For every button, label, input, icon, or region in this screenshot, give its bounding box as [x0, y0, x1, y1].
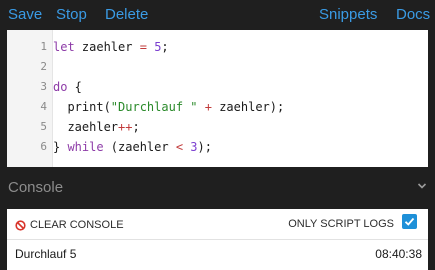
code-editor[interactable]: 1 2 3 4 5 6 let zaehler = 5; do { print(… — [7, 30, 428, 167]
code-token: { — [67, 80, 82, 94]
line-number-gutter: 1 2 3 4 5 6 — [7, 30, 53, 167]
code-token: while — [67, 140, 104, 154]
code-line[interactable]: do { — [53, 77, 82, 97]
line-number: 3 — [40, 80, 47, 93]
line-number: 6 — [40, 140, 47, 153]
line-number: 1 — [40, 40, 47, 53]
line-number: 2 — [40, 60, 47, 73]
line-number: 5 — [40, 120, 47, 133]
console-header[interactable]: Console — [0, 167, 435, 209]
docs-button[interactable]: Docs — [396, 6, 430, 23]
stop-button[interactable]: Stop — [56, 6, 87, 23]
snippets-button[interactable]: Snippets — [319, 6, 377, 23]
code-token: ; — [161, 40, 169, 54]
code-token: zaehler — [74, 40, 140, 54]
clear-console-button[interactable]: CLEAR CONSOLE — [15, 218, 124, 232]
code-token: zaehler — [53, 120, 119, 134]
code-token: "Durchlauf " — [110, 100, 198, 114]
code-token: zaehler); — [211, 100, 285, 114]
log-timestamp: 08:40:38 — [375, 247, 422, 261]
only-script-logs-label: ONLY SCRIPT LOGS — [288, 218, 394, 230]
code-token: do — [53, 80, 68, 94]
code-token: 3 — [190, 140, 198, 154]
code-token: ; — [132, 120, 140, 134]
console-title: Console — [8, 179, 64, 196]
save-button[interactable]: Save — [8, 6, 42, 23]
code-token: let — [53, 40, 75, 54]
code-token: } — [53, 140, 68, 154]
console-log-entry: Durchlauf 5 08:40:38 — [7, 240, 428, 268]
checkmark-icon — [404, 217, 415, 226]
no-entry-icon — [15, 219, 26, 231]
chevron-down-icon[interactable] — [417, 181, 427, 191]
code-token: (zaehler — [103, 140, 176, 154]
only-script-logs-checkbox[interactable] — [402, 214, 417, 229]
log-message: Durchlauf 5 — [15, 247, 77, 261]
code-line[interactable]: let zaehler = 5; — [53, 37, 169, 57]
console-toolbar: CLEAR CONSOLE ONLY SCRIPT LOGS — [7, 209, 428, 240]
code-line[interactable]: print("Durchlauf " + zaehler); — [53, 97, 284, 117]
clear-console-label: CLEAR CONSOLE — [30, 219, 124, 231]
code-token: ++ — [118, 120, 133, 134]
line-number: 4 — [40, 100, 47, 113]
code-token: print( — [53, 100, 111, 114]
console-panel: CLEAR CONSOLE ONLY SCRIPT LOGS Durchlauf… — [7, 209, 428, 270]
code-line[interactable]: zaehler++; — [53, 117, 140, 137]
delete-button[interactable]: Delete — [105, 6, 148, 23]
code-token: < — [175, 140, 184, 154]
code-line[interactable]: } while (zaehler < 3); — [53, 137, 212, 157]
code-token: + — [204, 100, 212, 114]
code-token: ); — [197, 140, 212, 154]
toolbar: Save Stop Delete Snippets Docs — [0, 0, 435, 30]
code-token: = — [139, 40, 147, 54]
